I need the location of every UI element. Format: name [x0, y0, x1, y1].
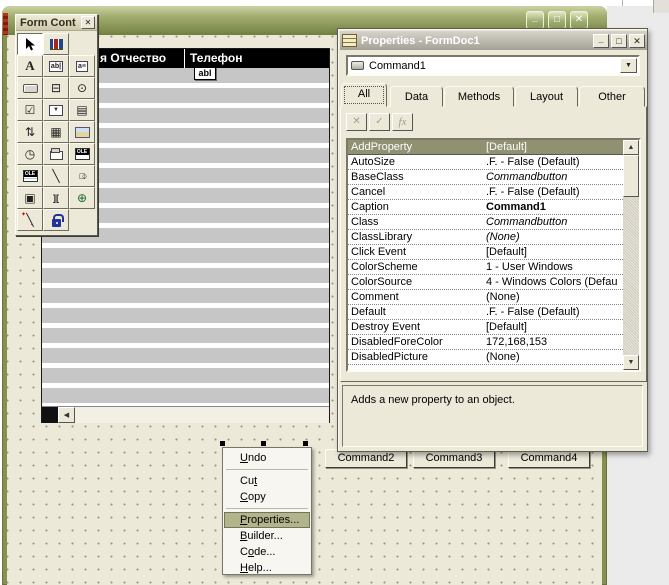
context-menu-item-code[interactable]: Code... [224, 544, 310, 560]
window-icon [3, 13, 8, 35]
textbox-drag-badge: abl [194, 67, 216, 80]
top-divider-line [622, 0, 623, 6]
property-row[interactable]: DisabledForeColor 172,168,153 [348, 335, 623, 350]
property-row[interactable]: Comment (None) [348, 290, 623, 305]
container-icon[interactable]: ▣ [17, 187, 43, 209]
hyperlink-icon[interactable]: ⊕ [69, 187, 95, 209]
select-pointer-icon[interactable] [17, 33, 43, 55]
menu-separator [226, 469, 308, 470]
grid-scroll-track[interactable] [75, 407, 329, 423]
form-controls-title: Form Cont [20, 16, 76, 29]
builder-lock-icon[interactable]: ╲ [17, 209, 43, 231]
close-button[interactable]: ✕ [629, 33, 645, 48]
line-icon[interactable]: ╲ [43, 165, 69, 187]
optiongroup-icon[interactable]: ⊙ [69, 77, 95, 99]
property-row[interactable]: Caption Command1 [348, 200, 623, 215]
scroll-up-icon[interactable]: ▲ [623, 140, 639, 155]
scrollbar-thumb[interactable] [623, 155, 639, 197]
property-row[interactable]: BaseClass Commandbutton [348, 170, 623, 185]
property-row[interactable]: ColorScheme 1 - User Windows [348, 260, 623, 275]
object-selector-combo[interactable]: Command1 ▼ [346, 55, 640, 76]
cancel-value-button[interactable]: ✕ [346, 113, 367, 131]
property-row[interactable]: DisabledPicture (None) [348, 350, 623, 365]
context-menu-item-builder[interactable]: Builder... [224, 528, 310, 544]
tab-methods[interactable]: Methods [444, 86, 514, 107]
ole-container-icon[interactable]: OLE [69, 143, 95, 165]
image-icon[interactable] [69, 121, 95, 143]
selected-object-label: Command1 [369, 59, 426, 72]
minimize-button[interactable]: _ [593, 33, 609, 48]
maximize-button[interactable]: □ [611, 33, 627, 48]
selection-handle[interactable] [220, 441, 225, 446]
listbox-icon[interactable]: ▤ [69, 99, 95, 121]
property-row[interactable]: ColorSource 4 - Windows Colors (Defau [348, 275, 623, 290]
properties-window-title: Properties - FormDoc1 [361, 34, 480, 47]
menu-separator [226, 508, 308, 509]
combobox-icon[interactable]: ▼ [43, 99, 69, 121]
accept-value-button[interactable]: ✓ [369, 113, 390, 131]
grid-header-phone: Телефон [190, 51, 243, 65]
commandgroup-icon[interactable]: ⊟ [43, 77, 69, 99]
checkbox-icon[interactable]: ☑ [17, 99, 43, 121]
maximize-button[interactable]: □ [548, 11, 566, 29]
commandbutton-icon[interactable] [17, 77, 43, 99]
top-corner-fragment [653, 0, 669, 13]
property-row[interactable]: Click Event [Default] [348, 245, 623, 260]
tab-layout[interactable]: Layout [515, 86, 578, 107]
context-menu-item-cut[interactable]: Cut [224, 473, 310, 489]
property-row[interactable]: AddProperty [Default] [348, 140, 623, 155]
scroll-left-icon[interactable]: ◀ [58, 407, 75, 423]
button-lock-icon[interactable] [43, 209, 69, 231]
timer-icon[interactable]: ◷ [17, 143, 43, 165]
properties-titlebar[interactable]: Properties - FormDoc1 _ □ ✕ [340, 31, 647, 50]
expression-builder-button[interactable]: fx [392, 113, 413, 131]
property-rows: AddProperty [Default] AutoSize .F. - False… [348, 140, 623, 370]
view-classes-icon[interactable] [43, 33, 69, 55]
form-controls-toolbar: Form Cont ✕ A ab| a≡ ⊟ ⊙ ☑ ▼ ▤ ⇅ ▦ ◷ OLE… [15, 14, 98, 236]
property-row[interactable]: Class Commandbutton [348, 215, 623, 230]
textbox-icon[interactable]: ab| [43, 55, 69, 77]
properties-window-icon [342, 34, 357, 47]
chevron-down-icon[interactable]: ▼ [620, 58, 637, 73]
selection-handle[interactable] [303, 441, 308, 446]
grid-record-mark [42, 407, 58, 423]
tab-data[interactable]: Data [390, 86, 443, 107]
property-row[interactable]: Default .F. - False (Default) [348, 305, 623, 320]
editbox-icon[interactable]: a≡ [69, 55, 95, 77]
form-controls-titlebar[interactable]: Form Cont ✕ [16, 15, 97, 31]
property-description: Adds a new property to an object. [342, 385, 643, 447]
scroll-down-icon[interactable]: ▼ [623, 355, 639, 370]
grid-horizontal-scrollbar[interactable]: ◀ [42, 406, 329, 423]
spinner-icon[interactable]: ⇅ [17, 121, 43, 143]
context-menu-item-properties[interactable]: Properties... [224, 512, 310, 528]
separator-icon[interactable]: ][ [43, 187, 69, 209]
shape-icon[interactable]: □○ [69, 165, 95, 187]
tab-all[interactable]: All [341, 83, 387, 107]
selection-handle[interactable] [261, 441, 266, 446]
close-button[interactable]: ✕ [570, 11, 588, 29]
commandbutton-object-icon [351, 61, 364, 70]
context-menu-item-undo[interactable]: Undo [224, 450, 310, 466]
properties-window: Properties - FormDoc1 _ □ ✕ Command1 ▼ A… [337, 28, 648, 452]
grid-icon[interactable]: ▦ [43, 121, 69, 143]
property-row[interactable]: AutoSize .F. - False (Default) [348, 155, 623, 170]
property-row[interactable]: ClassLibrary (None) [348, 230, 623, 245]
minimize-button[interactable]: _ [526, 11, 544, 29]
ole-bound-icon[interactable]: OLE [17, 165, 43, 187]
context-menu-item-copy[interactable]: Copy [224, 489, 310, 505]
property-row[interactable]: Destroy Event [Default] [348, 320, 623, 335]
property-row[interactable]: Cancel .F. - False (Default) [348, 185, 623, 200]
property-list[interactable]: AddProperty [Default] AutoSize .F. - False… [346, 138, 641, 372]
close-icon[interactable]: ✕ [81, 16, 95, 29]
properties-tab-panel: ✕ ✓ fx AddProperty [Default] AutoSize .F. … [340, 106, 647, 382]
form-controls-grid: A ab| a≡ ⊟ ⊙ ☑ ▼ ▤ ⇅ ▦ ◷ OLE OLE ╲ □○ ▣ … [16, 31, 97, 233]
pointer-arrow-icon [25, 37, 35, 50]
context-menu-item-help[interactable]: Help... [224, 560, 310, 576]
pageframe-icon[interactable] [43, 143, 69, 165]
context-menu: Undo Cut Copy Properties... Builder... C… [222, 447, 312, 575]
label-icon[interactable]: A [17, 55, 43, 77]
tab-other[interactable]: Other [579, 86, 645, 107]
property-list-scrollbar[interactable]: ▲ ▼ [623, 140, 639, 370]
